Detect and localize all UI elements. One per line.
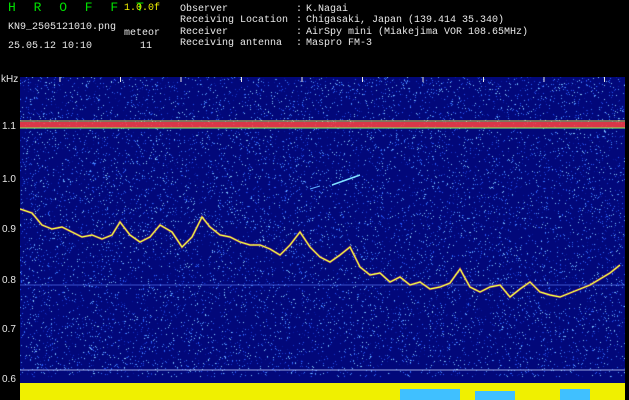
observer-colon: :	[296, 4, 303, 15]
y-tick-label: 1.0	[2, 174, 16, 185]
level-strip	[20, 383, 625, 400]
meteor-echo	[331, 174, 361, 186]
y-tick-label: 0.9	[2, 224, 16, 235]
y-tick-label: 1.1	[2, 121, 16, 132]
y-tick-label: 0.8	[2, 275, 16, 286]
location-label: Receiving Location	[180, 15, 289, 26]
location-colon: :	[296, 15, 303, 26]
trace-glow	[20, 207, 621, 299]
version-label: 1.0.0f	[124, 3, 161, 14]
location-value: Chigasaki, Japan (139.414 35.340)	[306, 15, 505, 26]
meteor-echo	[309, 185, 321, 190]
antenna-colon: :	[296, 38, 303, 49]
antenna-value: Maspro FM-3	[306, 38, 373, 49]
carrier-band	[20, 122, 625, 128]
y-unit-label: kHz	[1, 74, 19, 85]
meteor-label: meteor	[124, 28, 161, 39]
receiver-label: Receiver	[180, 27, 229, 38]
observer-value: K.Nagai	[306, 4, 349, 15]
filename-label: KN9_2505121010.png	[8, 22, 117, 33]
spectrogram-plot	[20, 77, 625, 400]
meteor-count: 11	[140, 41, 153, 52]
receiver-colon: :	[296, 27, 303, 38]
header-panel: H R O F F T 1.0.0f KN9_2505121010.png me…	[0, 0, 629, 72]
spectrogram-overlay	[20, 77, 625, 400]
level-strip-low	[400, 389, 460, 400]
observer-label: Observer	[180, 4, 229, 15]
y-tick-label: 0.7	[2, 324, 16, 335]
receiver-value: AirSpy mini (Miakejima VOR 108.65MHz)	[306, 27, 529, 38]
antenna-label: Receiving antenna	[180, 38, 283, 49]
level-strip-low	[560, 389, 590, 400]
datetime-label: 25.05.12 10:10	[8, 41, 93, 52]
echo-trace	[20, 208, 621, 298]
level-strip-low	[475, 391, 515, 400]
y-tick-label: 0.6	[2, 374, 16, 385]
